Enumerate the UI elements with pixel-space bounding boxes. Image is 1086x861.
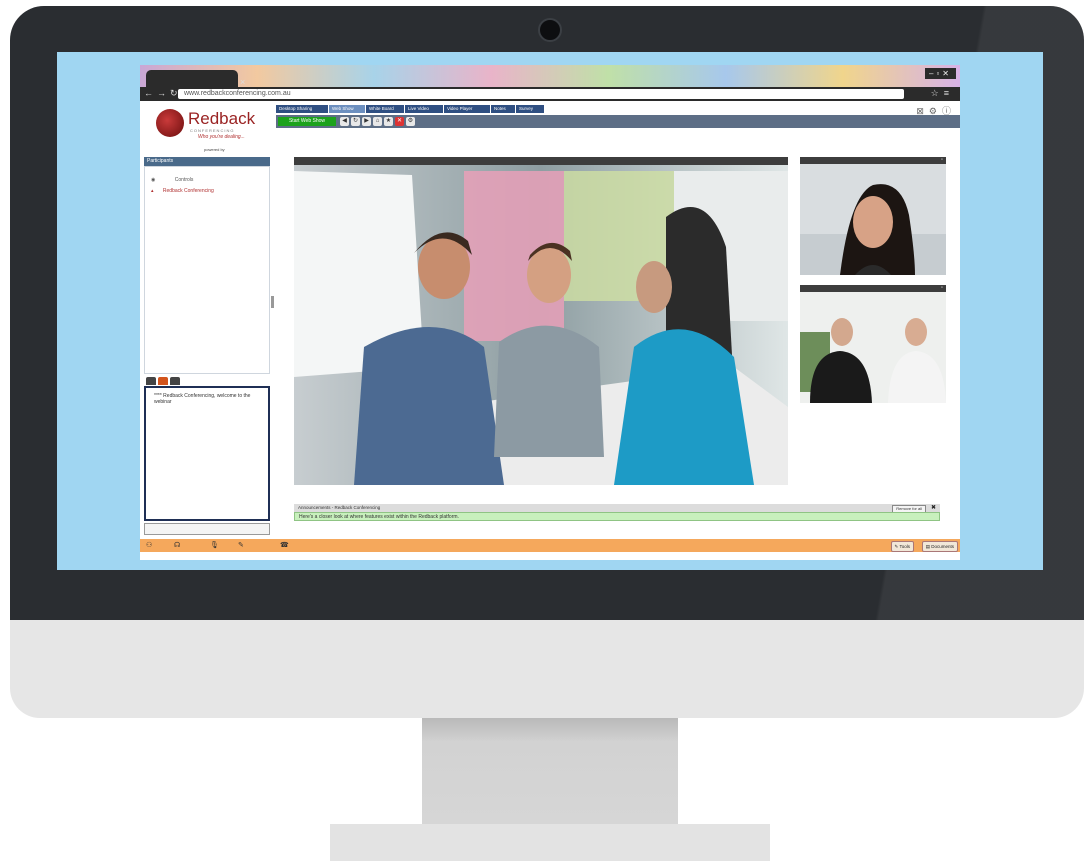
close-tab-icon[interactable]: × — [240, 77, 245, 87]
monitor-chin — [10, 620, 1084, 718]
browser-tabstrip: × –▫✕ — [140, 65, 960, 87]
settings-icon[interactable]: ⚙ — [406, 117, 415, 126]
pen-icon[interactable]: ✎ — [238, 541, 244, 549]
announcement-text: Here's a closer look at where features e… — [294, 512, 940, 521]
participant-row[interactable]: ◉ Controls — [151, 177, 193, 183]
tools-button[interactable]: ✎ Tools — [890, 541, 914, 552]
chat-tabs — [144, 376, 270, 386]
monitor-stand-neck — [422, 718, 678, 824]
webcam-photo-1 — [800, 164, 946, 275]
address-bar: ←→↻ www.redbackconferencing.com.au ☆≡ — [140, 87, 960, 101]
panel-splitter[interactable] — [271, 296, 274, 308]
tab-survey[interactable]: Survey — [516, 105, 544, 113]
logo-tagline: Who you're dealing... — [198, 134, 245, 140]
announcements-header: Announcements - Redback Conferencing Rem… — [294, 504, 940, 513]
browser-tab[interactable]: × — [146, 70, 245, 87]
tab-web-show[interactable]: Web Show — [329, 105, 365, 113]
monitor-stand-foot — [330, 824, 770, 861]
webcam-video-1: ▫ — [800, 157, 946, 275]
chat-input[interactable] — [144, 523, 270, 535]
tools-label: Tools — [899, 544, 910, 549]
microphone-icon[interactable]: 🎙 — [210, 541, 219, 549]
documents-label: Documents — [931, 544, 954, 549]
participants-list: ◉ Controls ▴ Redback Conferencing — [144, 166, 270, 374]
logo-name: Redback — [188, 109, 256, 128]
home-icon[interactable]: ⌂ — [373, 117, 382, 126]
tab-video-player[interactable]: Video Player — [444, 105, 490, 113]
close-icon[interactable]: ▫ — [941, 157, 943, 163]
bookmark-icon[interactable]: ★ — [384, 117, 393, 126]
phone-icon[interactable]: ☎ — [280, 541, 289, 549]
audio-icon[interactable]: ☊ — [174, 541, 180, 549]
refresh-icon[interactable]: ↻ — [351, 117, 360, 126]
start-web-show-button[interactable]: Start Web Show — [278, 117, 336, 126]
url-field[interactable]: www.redbackconferencing.com.au — [178, 89, 904, 99]
main-video-panel — [294, 157, 788, 485]
back-icon[interactable]: ◀ — [340, 117, 349, 126]
announcements-title: Announcements - Redback Conferencing — [298, 505, 381, 510]
stop-icon[interactable]: ✕ — [395, 117, 404, 126]
user-icon: ◉ — [151, 177, 156, 183]
bottom-toolbar: ⚇ ☊ 🎙 ✎ ☎ ✎ Tools ▤ Documents — [140, 539, 960, 552]
participant-label: Controls — [174, 177, 194, 183]
tab-live-video[interactable]: Live Video — [405, 105, 443, 113]
meeting-photo — [294, 157, 788, 485]
tab-white-board[interactable]: White Board — [366, 105, 404, 113]
webcam-video-2: ▫ — [800, 285, 946, 403]
webcam-lens — [538, 18, 562, 42]
webcam-photo-2 — [800, 292, 946, 403]
chat-box: **** Redback Conferencing, welcome to th… — [144, 386, 270, 521]
webshow-toolbar: Start Web Show ◀ ↻ ▶ ⌂ ★ ✕ ⚙ — [276, 115, 960, 128]
monitor-screen: × –▫✕ ←→↻ www.redbackconferencing.com.au… — [57, 52, 1043, 570]
browser-window: × –▫✕ ←→↻ www.redbackconferencing.com.au… — [140, 65, 960, 560]
participant-label: Redback Conferencing — [162, 188, 214, 194]
tab-notes[interactable]: Notes — [491, 105, 515, 113]
powered-by-label: powered by — [204, 147, 225, 152]
close-icon[interactable]: ✖ — [931, 504, 936, 512]
user-icon: ▴ — [151, 188, 154, 194]
chat-tab[interactable] — [158, 377, 168, 385]
chat-message: **** Redback Conferencing, welcome to th… — [154, 393, 251, 405]
chat-tab[interactable] — [146, 377, 156, 385]
participant-row[interactable]: ▴ Redback Conferencing — [151, 188, 214, 194]
logo-area: Redback CONFERENCING Who you're dealing.… — [140, 101, 272, 159]
window-controls[interactable]: –▫✕ — [925, 68, 956, 79]
video-titlebar: ▫ — [800, 157, 946, 164]
documents-button[interactable]: ▤ Documents — [921, 541, 958, 552]
participants-header[interactable]: Participants — [144, 157, 270, 166]
forward-icon[interactable]: ▶ — [362, 117, 371, 126]
close-icon[interactable]: ▫ — [941, 285, 943, 291]
video-titlebar: ▫ — [800, 285, 946, 292]
tab-desktop-sharing[interactable]: Desktop Sharing — [276, 105, 328, 113]
browser-menu-icon[interactable]: ☆≡ — [931, 88, 954, 99]
logo-sub: CONFERENCING — [190, 128, 235, 133]
redback-logo-icon — [156, 109, 184, 137]
nav-buttons-icon[interactable]: ←→↻ — [144, 88, 182, 99]
chat-tab[interactable] — [170, 377, 180, 385]
people-icon[interactable]: ⚇ — [146, 541, 152, 549]
